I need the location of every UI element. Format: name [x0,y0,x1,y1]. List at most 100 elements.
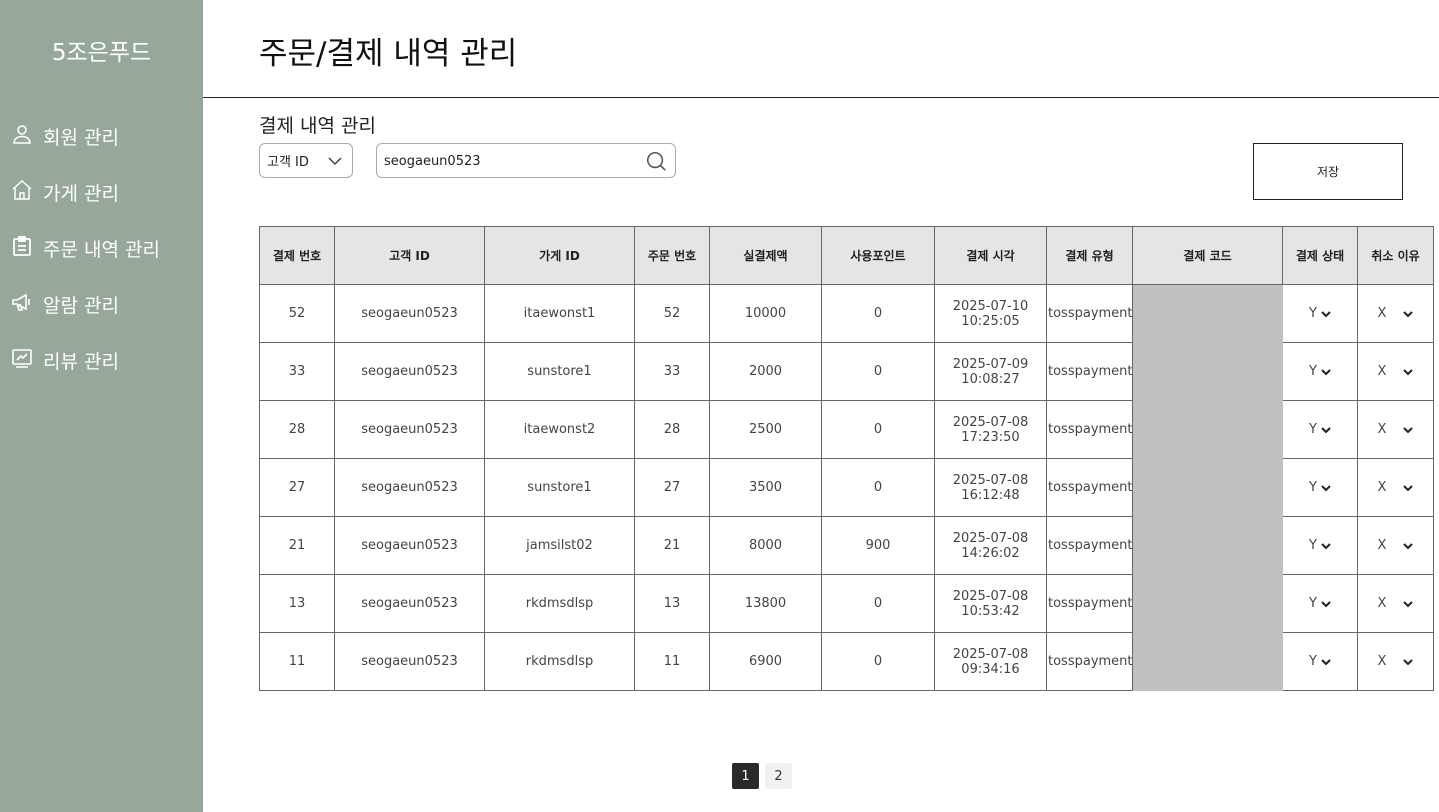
status-select[interactable]: Y [1309,596,1331,611]
cell-points: 0 [821,342,935,401]
pagination: 1 2 [732,763,792,789]
cancel-reason-select[interactable]: X [1378,306,1414,321]
cell-order-no: 52 [634,284,710,343]
cancel-reason-select[interactable]: X [1378,422,1414,437]
review-icon [10,346,43,375]
sidebar-item-stores[interactable]: 가게 관리 [10,164,160,220]
cell-pay-type: tosspayments [1046,284,1133,343]
header-pay-type: 결제 유형 [1046,226,1133,285]
search-type-select[interactable]: 고객 ID [259,143,353,178]
search-icon[interactable] [645,150,667,172]
cell-store-id: jamsilst02 [484,516,635,575]
cell-customer-id: seogaeun0523 [334,632,485,691]
chevron-down-icon [1321,310,1331,317]
cell-points: 0 [821,458,935,517]
sidebar-item-reviews[interactable]: 리뷰 관리 [10,332,160,388]
page-button-2[interactable]: 2 [765,763,792,789]
status-select[interactable]: Y [1309,422,1331,437]
cell-pay-status: Y [1282,458,1358,517]
cell-pay-status: Y [1282,284,1358,343]
sidebar-item-orders[interactable]: 주문 내역 관리 [10,220,160,276]
status-value: Y [1309,480,1317,495]
cell-pay-code-redacted [1132,458,1283,517]
cell-points: 900 [821,516,935,575]
cell-pay-code-redacted [1132,632,1283,691]
cell-points: 0 [821,400,935,459]
cell-pay-no: 21 [259,516,335,575]
header-store-id: 가게 ID [484,226,635,285]
cancel-value: X [1377,538,1387,553]
megaphone-icon [10,290,43,319]
cell-pay-time: 2025-07-10 10:25:05 [934,284,1047,343]
chevron-down-icon [1403,600,1414,607]
cell-pay-type: tosspayments [1046,574,1133,633]
cell-pay-type: tosspayments [1046,400,1133,459]
table-row: 28 seogaeun0523 itaewonst2 28 2500 0 2025-07-0… [259,400,1434,459]
cell-pay-type: tosspayments [1046,632,1133,691]
cancel-reason-select[interactable]: X [1378,538,1414,553]
pay-clock: 10:25:05 [961,313,1020,329]
chevron-down-icon [1321,426,1331,433]
cancel-reason-select[interactable]: X [1378,480,1414,495]
sidebar: 5조은푸드 회원 관리 가게 관리 주문 내역 관리 알람 관리 리뷰 관리 [0,0,203,812]
cell-amount: 10000 [709,284,822,343]
cancel-value: X [1377,364,1387,379]
cancel-reason-select[interactable]: X [1378,364,1414,379]
sidebar-item-label: 알람 관리 [43,294,119,317]
section-title: 결제 내역 관리 [259,115,376,137]
pay-date: 2025-07-08 [952,472,1029,488]
status-select[interactable]: Y [1309,480,1331,495]
cell-pay-code-redacted [1132,516,1283,575]
status-select[interactable]: Y [1309,654,1331,669]
cell-store-id: sunstore1 [484,458,635,517]
cell-customer-id: seogaeun0523 [334,516,485,575]
cell-pay-code-redacted [1132,574,1283,633]
status-value: Y [1309,422,1317,437]
chevron-down-icon [1321,658,1331,665]
table-row: 27 seogaeun0523 sunstore1 27 3500 0 2025-07-08… [259,458,1434,517]
status-select[interactable]: Y [1309,364,1331,379]
page-button-1[interactable]: 1 [732,763,759,789]
cell-pay-time: 2025-07-08 14:26:02 [934,516,1047,575]
cell-pay-time: 2025-07-08 16:12:48 [934,458,1047,517]
status-value: Y [1309,654,1317,669]
pay-date: 2025-07-08 [952,414,1029,430]
cell-store-id: itaewonst2 [484,400,635,459]
home-icon [10,178,43,207]
cell-pay-time: 2025-07-08 09:34:16 [934,632,1047,691]
chevron-down-icon [1403,484,1414,491]
cancel-reason-select[interactable]: X [1378,596,1414,611]
cell-pay-code-redacted [1132,284,1283,343]
status-value: Y [1309,364,1317,379]
table-row: 52 seogaeun0523 itaewonst1 52 10000 0 2025-07-… [259,284,1434,343]
cell-cancel-reason: X [1357,458,1434,517]
brand-logo[interactable]: 5조은푸드 [0,33,203,67]
cancel-value: X [1377,596,1387,611]
sidebar-item-members[interactable]: 회원 관리 [10,108,160,164]
header-customer-id: 고객 ID [334,226,485,285]
user-icon [10,122,43,151]
sidebar-item-label: 주문 내역 관리 [43,238,160,261]
cell-amount: 8000 [709,516,822,575]
cancel-reason-select[interactable]: X [1378,654,1414,669]
cell-pay-no: 33 [259,342,335,401]
pay-clock: 10:08:27 [961,371,1020,387]
cell-pay-time: 2025-07-08 10:53:42 [934,574,1047,633]
cell-cancel-reason: X [1357,342,1434,401]
cancel-value: X [1377,654,1387,669]
cell-points: 0 [821,284,935,343]
cell-pay-status: Y [1282,342,1358,401]
status-select[interactable]: Y [1309,538,1331,553]
header-cancel-reason: 취소 이유 [1357,226,1434,285]
save-button[interactable]: 저장 [1253,143,1403,200]
cell-order-no: 13 [634,574,710,633]
payment-table: 결제 번호 고객 ID 가게 ID 주문 번호 실결제액 사용포인트 결제 시각… [259,226,1434,691]
search-input[interactable] [384,151,634,171]
sidebar-item-alarms[interactable]: 알람 관리 [10,276,160,332]
cell-store-id: rkdmsdlsp [484,632,635,691]
cell-customer-id: seogaeun0523 [334,400,485,459]
status-select[interactable]: Y [1309,306,1331,321]
cell-customer-id: seogaeun0523 [334,342,485,401]
cell-order-no: 28 [634,400,710,459]
cell-order-no: 21 [634,516,710,575]
